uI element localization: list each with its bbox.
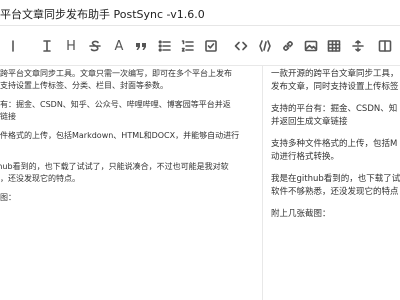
preview-line: 附上几张截图： bbox=[271, 209, 331, 219]
italic-icon[interactable] bbox=[36, 35, 58, 57]
link-icon[interactable] bbox=[277, 35, 299, 57]
editor-line: 章链接 bbox=[0, 112, 16, 121]
preview-line: 一款开源的跨平台文章同步工具， bbox=[271, 69, 399, 79]
ordered-list-icon[interactable] bbox=[177, 35, 199, 57]
preview-line: 软件不够熟悉，还没发现它的特点 bbox=[271, 187, 399, 197]
editor-line: 截图： bbox=[0, 193, 16, 202]
image-icon[interactable] bbox=[300, 35, 322, 57]
editor-content[interactable]: 的跨平台文章同步工具。文章只需一次编写，即可在多个平台上发布 时支持设置上传标签… bbox=[0, 68, 262, 211]
inline-code-icon[interactable] bbox=[254, 35, 276, 57]
checklist-icon[interactable] bbox=[200, 35, 222, 57]
strikethrough-icon[interactable] bbox=[84, 35, 106, 57]
header-icon[interactable]: H bbox=[60, 35, 82, 57]
editor-line: 台有：掘金、CSDN、知乎、公众号、哔哩哔哩、博客园等平台并返 bbox=[0, 100, 231, 109]
editor-line: 文件格式的上传，包括Markdown、HTML和DOCX，并能够自动进行 bbox=[0, 131, 240, 140]
preview-content: 一款开源的跨平台文章同步工具， 发布文章，同时支持设置上传标签 支持的平台有：掘… bbox=[271, 68, 400, 230]
markdown-toolbar: H A bbox=[0, 26, 400, 66]
more-icon[interactable] bbox=[374, 35, 396, 57]
preview-line: 并返回生成文章链接 bbox=[271, 117, 348, 127]
unordered-list-icon[interactable] bbox=[154, 35, 176, 57]
markdown-editor[interactable]: 的跨平台文章同步工具。文章只需一次编写，即可在多个平台上发布 时支持设置上传标签… bbox=[0, 66, 262, 300]
title-bar: 平台文章同步发布助手 PostSync -v1.6.0 bbox=[0, 0, 400, 26]
font-size-icon[interactable]: A bbox=[108, 35, 130, 57]
editor-line: 的跨平台文章同步工具。文章只需一次编写，即可在多个平台上发布 bbox=[0, 69, 232, 78]
editor-line: 悉，还没发现它的特点。 bbox=[0, 174, 80, 183]
preview-line: 我是在github看到的，也下载了试 bbox=[271, 174, 400, 184]
editor-line: 。 bbox=[0, 142, 262, 154]
code-icon[interactable] bbox=[230, 35, 252, 57]
horizontal-rule-icon[interactable] bbox=[347, 35, 369, 57]
preview-line: 发布文章，同时支持设置上传标签 bbox=[271, 82, 399, 92]
preview-line: 动进行格式转换。 bbox=[271, 152, 340, 162]
header-label: H bbox=[66, 38, 76, 54]
editor-line: ithub看到的，也下载了试试了，只能说凑合，不过也可能是我对软 bbox=[0, 162, 229, 171]
quote-icon[interactable] bbox=[130, 35, 152, 57]
preview-line: 支持多种文件格式的上传，包括M bbox=[271, 139, 398, 149]
window-title: 平台文章同步发布助手 PostSync -v1.6.0 bbox=[0, 8, 205, 21]
preview-line: 支持的平台有：掘金、CSDN、知 bbox=[271, 104, 398, 114]
editor-line: 时支持设置上传标签、分类、栏目、封面等参数。 bbox=[0, 81, 168, 90]
table-icon[interactable] bbox=[323, 35, 345, 57]
markdown-preview: 一款开源的跨平台文章同步工具， 发布文章，同时支持设置上传标签 支持的平台有：掘… bbox=[263, 66, 400, 300]
bold-icon[interactable] bbox=[4, 35, 26, 57]
font-size-label: A bbox=[114, 38, 124, 54]
